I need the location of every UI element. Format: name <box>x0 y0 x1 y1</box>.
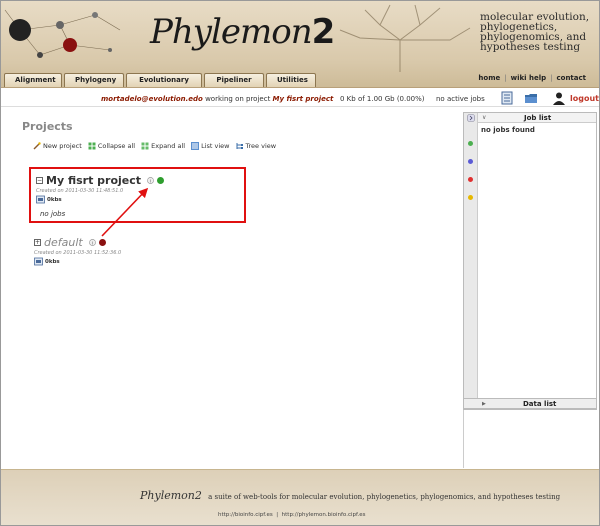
footer-links: http://bioinfo.cipf.es | http://phylemon… <box>218 512 366 518</box>
project-size: 0kbs <box>47 196 62 203</box>
data-list-header[interactable]: ▶ Data list <box>463 398 597 409</box>
info-icon[interactable]: i <box>147 177 154 184</box>
user-icon[interactable] <box>552 91 566 105</box>
active-jobs-text: no active jobs <box>436 95 485 103</box>
contact-link[interactable]: contact <box>556 74 586 82</box>
quota-text: 0 Kb of 1.00 Gb (0.00%) <box>340 95 425 103</box>
project-item: + default i Created on 2011-03-30 11:52:… <box>34 236 121 266</box>
tab-evolutionary-tests[interactable]: Evolutionary tests <box>126 73 202 87</box>
tab-utilities[interactable]: Utilities <box>266 73 316 87</box>
collapse-toggle[interactable]: − <box>36 177 43 184</box>
active-project-indicator[interactable] <box>157 177 165 184</box>
wiki-help-link[interactable]: wiki help <box>511 74 547 82</box>
top-links: home | wiki help | contact <box>478 74 586 82</box>
tree-decoration-icon <box>339 4 471 72</box>
status-yellow-icon <box>468 195 473 200</box>
document-icon[interactable] <box>500 91 514 105</box>
storage-icon <box>34 257 43 266</box>
status-blue-icon <box>468 159 473 164</box>
phylemon-link[interactable]: http://phylemon.bioinfo.cipf.es <box>282 512 366 518</box>
svg-text:i: i <box>150 178 151 184</box>
svg-text:i: i <box>92 240 93 246</box>
job-list-title: Job list <box>524 114 552 122</box>
status-green-icon <box>468 141 473 146</box>
expand-icon <box>141 142 149 150</box>
footer-logo: Phylemon2 <box>140 489 202 502</box>
tab-alignment[interactable]: Alignment <box>4 73 62 87</box>
tab-phylogeny[interactable]: Phylogeny <box>64 73 124 87</box>
job-list-empty: no jobs found <box>481 126 535 134</box>
collapse-icon <box>88 142 96 150</box>
panel-strip <box>464 113 478 409</box>
project-name[interactable]: default <box>44 236 83 249</box>
inactive-project-indicator[interactable] <box>98 239 106 246</box>
data-list-title: Data list <box>523 400 557 408</box>
list-view-button[interactable]: List view <box>191 142 230 150</box>
tree-icon <box>236 143 243 149</box>
project-item: − My fisrt project i Created on 2011-03-… <box>36 174 165 204</box>
user-info: mortadelo@evolution.edo working on proje… <box>101 95 334 103</box>
info-icon[interactable]: i <box>88 239 96 246</box>
list-icon <box>191 142 200 150</box>
panel-bottom <box>463 410 597 468</box>
wand-icon <box>33 142 41 150</box>
created-date: Created on 2011-03-30 11:48:51.0 <box>36 188 124 194</box>
job-list-header[interactable]: ∨ Job list <box>478 113 596 123</box>
main-tabs: Alignment Phylogeny Evolutionary tests P… <box>4 73 316 87</box>
project-jobs: no jobs <box>40 210 66 218</box>
tagline: molecular evolution, phylogenetics, phyl… <box>480 11 590 53</box>
separator: | <box>504 74 507 82</box>
chevron-right-icon: ▶ <box>482 401 486 407</box>
app-header: Phylemon2 molecular evolution, phylogene… <box>0 0 600 88</box>
folder-icon[interactable] <box>524 91 538 105</box>
username: mortadelo@evolution.edo <box>101 95 203 103</box>
chevron-down-icon: ∨ <box>482 114 487 121</box>
project-actions: New project Collapse all Expand all List… <box>33 142 276 150</box>
expand-all-button[interactable]: Expand all <box>141 142 185 150</box>
tree-view-button[interactable]: Tree view <box>236 142 276 150</box>
app-logo[interactable]: Phylemon2 <box>150 12 335 52</box>
tab-pipeliner[interactable]: Pipeliner <box>204 73 264 87</box>
logout-link[interactable]: logout <box>570 94 599 103</box>
home-link[interactable]: home <box>478 74 500 82</box>
current-project[interactable]: My fisrt project <box>273 95 334 103</box>
created-date: Created on 2011-03-30 11:52:36.0 <box>34 250 122 256</box>
user-bar: mortadelo@evolution.edo working on proje… <box>0 89 600 107</box>
collapse-panel-icon[interactable] <box>467 114 475 122</box>
side-panel: ∨ Job list no jobs found <box>463 112 597 410</box>
project-name[interactable]: My fisrt project <box>46 174 141 187</box>
footer-text: Phylemon2 a suite of web-tools for molec… <box>140 489 561 502</box>
status-red-icon <box>468 177 473 182</box>
network-decoration-icon <box>4 9 121 58</box>
bioinfo-link[interactable]: http://bioinfo.cipf.es <box>218 512 273 518</box>
page-title: Projects <box>22 120 73 133</box>
collapse-all-button[interactable]: Collapse all <box>88 142 135 150</box>
project-size: 0kbs <box>45 258 60 265</box>
storage-icon <box>36 195 45 204</box>
main-content: Projects New project Collapse all Expand… <box>0 108 462 468</box>
separator: | <box>550 74 553 82</box>
app-footer: Phylemon2 a suite of web-tools for molec… <box>0 469 600 526</box>
new-project-button[interactable]: New project <box>33 142 82 150</box>
expand-toggle[interactable]: + <box>34 239 41 246</box>
